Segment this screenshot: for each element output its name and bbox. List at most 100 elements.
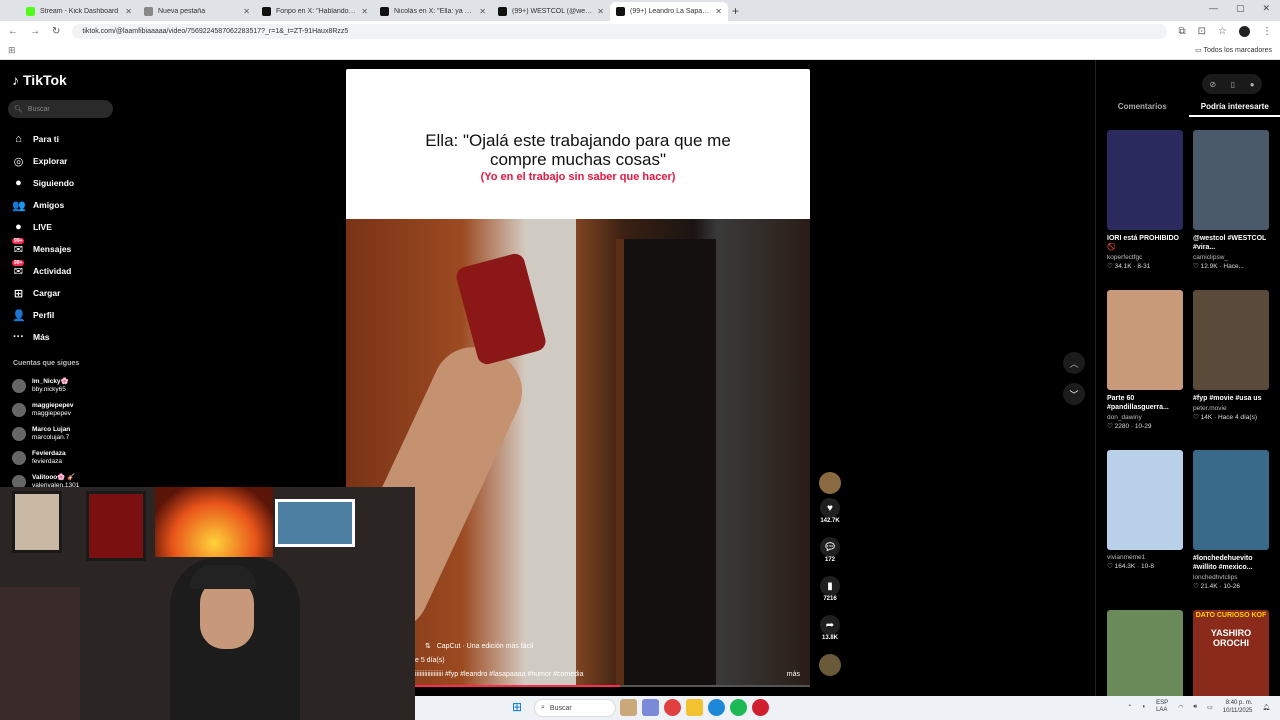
following-item[interactable]: Marco Lujan marcolujan.7 [12,422,79,446]
nav-item-amigos[interactable]: 👥 Amigos [12,194,74,216]
following-item[interactable]: Fevierdaza fevierdaza [12,446,79,470]
video-progress-bar[interactable] [415,685,810,687]
taskbar-app-icon[interactable] [620,699,637,716]
nav-item-explorar[interactable]: ◎ Explorar [12,150,74,172]
wifi-icon[interactable]: ◠ [1178,704,1183,711]
video-thumbnail [1107,290,1183,390]
browser-tab[interactable]: Stream - Kick Dashboard ✕ [20,2,138,21]
folder-icon[interactable] [686,699,703,716]
video-frame [346,219,810,687]
recommendation-card[interactable]: @westcol #WESTCOL #vira... camiclipsw_ ♡… [1193,130,1269,270]
chevron-up-icon[interactable]: ︿ [1063,352,1085,374]
tab-close-icon[interactable]: ✕ [597,7,604,16]
sound-avatar[interactable] [819,654,841,676]
star-icon[interactable]: ☆ [1218,26,1227,37]
profile-avatar-icon[interactable] [1239,26,1250,37]
user-avatar[interactable]: ● [1250,80,1255,89]
edge-icon[interactable] [708,699,725,716]
spotify-icon[interactable] [730,699,747,716]
tray-chevron-icon[interactable]: ⌃ [1127,704,1132,711]
browser-tab[interactable]: (99+) Leandro La Sapaaaa | Ti... ✕ [610,2,728,21]
nav-item-actividad[interactable]: ✉ 99+ Actividad [12,260,74,282]
creator-avatar[interactable] [819,472,841,494]
forward-icon[interactable]: → [30,26,40,37]
tiktok-logo[interactable]: ♪ TikTok [12,72,67,88]
browser-tab[interactable]: Nicolás en X: "Ella: ya entró? Yo... ✕ [374,2,492,21]
browser-tab[interactable]: Fonpo en X: "Hablando claro lo... ✕ [256,2,374,21]
clock[interactable]: 8:40 p. m. 10/11/2025 [1223,699,1253,715]
nav-label: LIVE [33,222,52,232]
tab-close-icon[interactable]: ✕ [243,7,250,16]
tab-interest[interactable]: Podría interesarte [1188,102,1280,117]
reload-icon[interactable]: ↻ [52,26,60,37]
nav-label: Perfil [33,310,55,320]
settings-icon[interactable]: ⊘ [1209,80,1216,89]
device-icon[interactable]: ▯ [1231,80,1235,89]
recommendation-card[interactable]: #lonchedehuevito #willito #mexico... lon… [1193,450,1269,590]
tab-title: Nueva pestaña [158,8,206,15]
share-icon: ➦ [820,615,840,635]
nav-item-siguiendo[interactable]: ● Siguiendo [12,172,74,194]
minimize-icon[interactable]: — [1209,3,1218,14]
extensions-icon[interactable]: ⧉ [1179,26,1186,37]
video-progress-fill [415,685,621,687]
browser-tab[interactable]: (99+) WESTCOL (@westcol) oficial ✕ [492,2,610,21]
tab-title: Nicolás en X: "Ella: ya entró? Yo... [394,8,475,15]
share-button[interactable]: ➦ 13.8K [816,615,844,654]
browser-tab[interactable]: Nueva pestaña ✕ [138,2,256,21]
recommendation-card[interactable]: #fyp #movie #usa us peter.movie ♡ 14K · … [1193,290,1269,421]
maximize-icon[interactable]: ▢ [1236,3,1245,14]
tab-close-icon[interactable]: ✕ [479,7,486,16]
nav-item-perfil[interactable]: 👤 Perfil [12,304,74,326]
menu-icon[interactable]: ⋮ [1262,26,1272,37]
nav-item-parati[interactable]: ⌂ Para ti [12,128,74,150]
tab-close-icon[interactable]: ✕ [361,7,368,16]
recommendation-card[interactable]: IORI está PROHIBIDO 🚫 koperfectfgc ♡ 34.… [1107,130,1183,270]
recording-app-icon[interactable] [752,699,769,716]
taskbar-search[interactable]: ⌕ Buscar [534,699,616,717]
capcut-link[interactable]: ⇅ CapCut · Una edición más fácil [425,642,533,650]
windows-start-icon[interactable]: ⊞ [512,701,525,714]
comment-button[interactable]: 💬︎ 172 [816,537,844,576]
tab-close-icon[interactable]: ✕ [715,7,722,16]
tab-comments[interactable]: Comentarios [1096,102,1189,117]
taskbar-search-label: Buscar [549,704,572,712]
video-caption-sub: (Yo en el trabajo sin saber que hacer) [480,171,676,183]
url-field[interactable]: tiktok.com/@laamfibiaaaaa/video/75692245… [72,24,1167,39]
volume-icon[interactable]: 🔊︎ [1193,704,1197,711]
nav-item-mensajes[interactable]: ✉ 99+ Mensajes [12,238,74,260]
tab-favicon-icon [380,7,389,16]
following-icon: ● [15,177,22,189]
apps-icon[interactable]: ⊞ [8,45,16,56]
following-item[interactable]: Im_Nicky🌸 bby.nicky65 [12,374,79,398]
video-thumbnail [1193,450,1269,550]
following-item[interactable]: maggiepepev maggiepepev [12,398,79,422]
card-stats: ♡ 21.4K · 10-26 [1193,583,1241,590]
following-list: Im_Nicky🌸 bby.nicky65 maggiepepev maggiepep… [12,374,79,494]
video-caption: Ella: "Ojalá este trabajando para que me… [346,131,810,169]
more-link[interactable]: más [787,671,800,678]
nav-item-live[interactable]: ● LIVE [12,216,74,238]
new-tab-icon[interactable]: + [732,2,739,21]
chevron-down-icon[interactable]: ﹀ [1063,383,1085,405]
recommendation-card[interactable]: vivianmeme1 ♡ 164.3K · 10-8 [1107,450,1183,570]
search-input[interactable]: 🔍︎ Buscar [8,100,113,118]
nav-item-ms[interactable]: ··· Más [12,326,74,348]
back-icon[interactable]: ← [8,26,18,37]
avatar [12,379,26,393]
battery-icon[interactable]: ▭ [1207,704,1213,711]
translate-icon[interactable]: ⊡ [1198,26,1206,37]
close-icon[interactable]: ✕ [1262,3,1270,14]
notifications-icon[interactable]: 🔔︎ [1262,704,1270,711]
tray-app-icon[interactable]: ◐ [1142,704,1146,710]
save-button[interactable]: ▮ 7216 [816,576,844,615]
recommendation-card[interactable]: Parte 60 #pandillasguerra... don_dawiny … [1107,290,1183,430]
nav-item-cargar[interactable]: ⊞ Cargar [12,282,74,304]
language-indicator[interactable]: ESP LAA [1156,700,1168,714]
chrome-icon[interactable] [664,699,681,716]
like-button[interactable]: ♥ 142.7K [816,498,844,537]
all-bookmarks-link[interactable]: ▭ Todos los marcadores [1195,46,1272,54]
video-player[interactable]: Ella: "Ojalá este trabajando para que me… [346,69,810,687]
tab-close-icon[interactable]: ✕ [125,7,132,16]
taskbar-app-icon[interactable] [642,699,659,716]
